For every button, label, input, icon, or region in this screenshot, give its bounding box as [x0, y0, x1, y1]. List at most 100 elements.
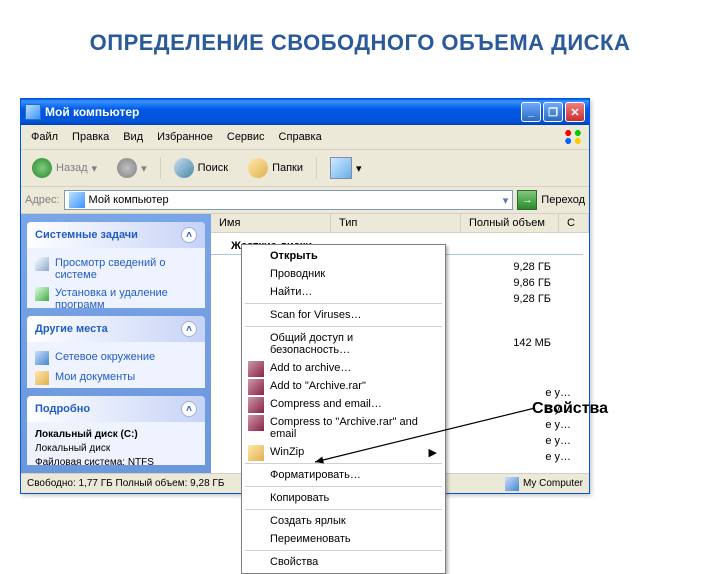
annotation-label: Свойства — [532, 400, 608, 418]
slide-title: ОПРЕДЕЛЕНИЕ СВОБОДНОГО ОБЪЕМА ДИСКА — [0, 0, 720, 76]
cm-find[interactable]: Найти… — [244, 283, 443, 301]
truncated: е у… — [545, 387, 581, 399]
forward-button[interactable]: ▾ — [110, 155, 154, 181]
computer-icon — [25, 104, 41, 120]
menu-help[interactable]: Справка — [273, 129, 328, 145]
cm-label: Add to archive… — [270, 362, 351, 374]
details-fs: Файловая система: NTFS — [35, 456, 197, 465]
back-button[interactable]: Назад ▾ — [25, 155, 104, 181]
details-header[interactable]: Подробно ˄ — [27, 396, 205, 422]
add-remove-icon — [35, 287, 49, 301]
details-title: Подробно — [35, 403, 90, 415]
drive-size: 9,86 ГБ — [513, 277, 581, 289]
truncated: е у… — [545, 451, 581, 463]
task-label: Просмотр сведений о системе — [55, 257, 197, 281]
separator — [245, 550, 442, 551]
context-menu: Открыть Проводник Найти… Scan for Viruse… — [241, 244, 446, 574]
minimize-button[interactable]: _ — [521, 102, 541, 122]
cm-label: Compress and email… — [270, 398, 382, 410]
status-left: Свободно: 1,77 ГБ Полный объем: 9,28 ГБ — [27, 478, 224, 489]
cm-open[interactable]: Открыть — [244, 247, 443, 265]
system-tasks-title: Системные задачи — [35, 229, 138, 241]
cm-shortcut[interactable]: Создать ярлык — [244, 512, 443, 530]
collapse-icon[interactable]: ˄ — [181, 401, 197, 417]
cm-compress-rar-email[interactable]: Compress to "Archive.rar" and email — [244, 413, 443, 443]
details-panel: Подробно ˄ Локальный диск (C:) Локальный… — [27, 396, 205, 465]
window-title: Мой компьютер — [45, 105, 521, 119]
cm-label: WinZip — [270, 446, 304, 458]
address-dropdown-icon[interactable]: ▾ — [503, 194, 509, 207]
task-add-remove[interactable]: Установка и удаление программ — [35, 284, 197, 308]
cm-label: Compress to "Archive.rar" and email — [270, 416, 418, 440]
titlebar[interactable]: Мой компьютер _ ❐ ✕ — [21, 99, 589, 125]
cm-add-archive[interactable]: Add to archive… — [244, 359, 443, 377]
other-places-header[interactable]: Другие места ˄ — [27, 316, 205, 342]
winzip-icon — [248, 445, 264, 461]
col-size[interactable]: Полный объем — [461, 214, 559, 232]
collapse-icon[interactable]: ˄ — [181, 321, 197, 337]
system-tasks-panel: Системные задачи ˄ Просмотр сведений о с… — [27, 222, 205, 308]
col-free[interactable]: С — [559, 214, 589, 232]
folders-button[interactable]: Папки — [241, 155, 310, 181]
cm-winzip[interactable]: WinZip ▶ — [244, 443, 443, 461]
cm-label: Add to "Archive.rar" — [270, 380, 366, 392]
cm-add-rar[interactable]: Add to "Archive.rar" — [244, 377, 443, 395]
task-label: Установка и удаление программ — [55, 287, 197, 308]
menu-file[interactable]: Файл — [25, 129, 64, 145]
views-icon — [330, 157, 352, 179]
back-label: Назад — [56, 162, 88, 174]
cm-rename[interactable]: Переименовать — [244, 530, 443, 548]
details-type: Локальный диск — [35, 442, 197, 456]
details-name: Локальный диск (C:) — [35, 428, 197, 442]
menu-view[interactable]: Вид — [117, 129, 149, 145]
cm-explorer[interactable]: Проводник — [244, 265, 443, 283]
drive-size: 142 МБ — [513, 337, 581, 349]
col-type[interactable]: Тип — [331, 214, 461, 232]
search-button[interactable]: Поиск — [167, 155, 235, 181]
address-field[interactable]: Мой компьютер ▾ — [64, 190, 514, 210]
close-button[interactable]: ✕ — [565, 102, 585, 122]
place-documents[interactable]: Мои документы — [35, 368, 197, 388]
separator — [245, 486, 442, 487]
back-icon — [32, 158, 52, 178]
system-tasks-header[interactable]: Системные задачи ˄ — [27, 222, 205, 248]
place-label: Мои документы — [55, 371, 135, 383]
submenu-arrow-icon: ▶ — [429, 446, 437, 459]
side-panel: Системные задачи ˄ Просмотр сведений о с… — [21, 214, 211, 473]
go-label: Переход — [541, 194, 585, 206]
forward-icon — [117, 158, 137, 178]
address-bar: Адрес: Мой компьютер ▾ → Переход — [21, 187, 589, 214]
rar-icon — [248, 361, 264, 377]
views-button[interactable]: ▾ — [323, 154, 369, 182]
rar-icon — [248, 415, 264, 431]
menu-edit[interactable]: Правка — [66, 129, 115, 145]
drive-size: 9,28 ГБ — [513, 293, 581, 305]
place-network[interactable]: Сетевое окружение — [35, 348, 197, 368]
drive-size: 9,28 ГБ — [513, 261, 581, 273]
task-system-info[interactable]: Просмотр сведений о системе — [35, 254, 197, 284]
truncated: е у… — [545, 435, 581, 447]
network-icon — [35, 351, 49, 365]
toolbar: Назад ▾ ▾ Поиск Папки ▾ — [21, 150, 589, 187]
separator — [245, 303, 442, 304]
collapse-icon[interactable]: ˄ — [181, 227, 197, 243]
col-name[interactable]: Имя — [211, 214, 331, 232]
cm-compress-email[interactable]: Compress and email… — [244, 395, 443, 413]
maximize-button[interactable]: ❐ — [543, 102, 563, 122]
computer-icon — [505, 477, 519, 491]
go-button[interactable]: → — [517, 190, 537, 210]
menu-tools[interactable]: Сервис — [221, 129, 271, 145]
cm-copy[interactable]: Копировать — [244, 489, 443, 507]
cm-share[interactable]: Общий доступ и безопасность… — [244, 329, 443, 359]
folders-label: Папки — [272, 162, 303, 174]
search-label: Поиск — [198, 162, 228, 174]
cm-scan[interactable]: Scan for Viruses… — [244, 306, 443, 324]
cm-format[interactable]: Форматировать… — [244, 466, 443, 484]
truncated: е у… — [545, 419, 581, 431]
separator — [245, 463, 442, 464]
menu-favorites[interactable]: Избранное — [151, 129, 219, 145]
address-label: Адрес: — [25, 194, 60, 206]
cm-properties[interactable]: Свойства — [244, 553, 443, 571]
other-places-title: Другие места — [35, 323, 108, 335]
separator — [245, 326, 442, 327]
